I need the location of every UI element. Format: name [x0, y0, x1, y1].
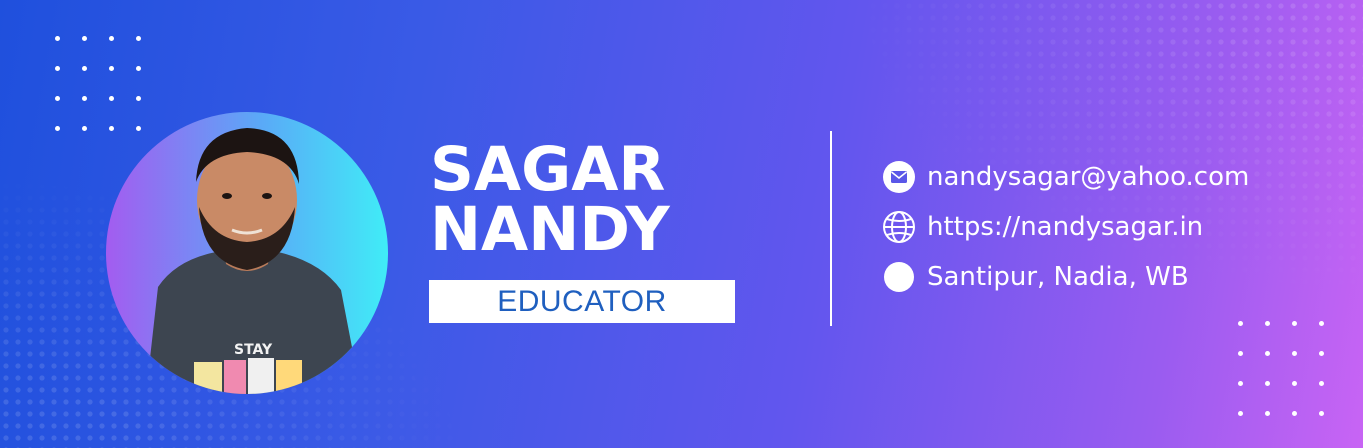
role-label: EDUCATOR	[497, 284, 667, 318]
globe-icon	[882, 210, 916, 244]
contact-website[interactable]: https://nandysagar.in	[882, 210, 1203, 244]
contact-email[interactable]: nandysagar@yahoo.com	[882, 160, 1249, 194]
decorative-dots-bottom-right	[1238, 321, 1324, 416]
location-text: Santipur, Nadia, WB	[927, 262, 1189, 292]
profile-photo: STAY	[106, 112, 388, 394]
mail-icon	[882, 160, 916, 194]
website-text: https://nandysagar.in	[927, 212, 1204, 242]
profile-banner: STAY SAGAR NANDY EDUCATOR nandysagar@yah…	[0, 0, 1363, 448]
last-name: NANDY	[430, 194, 670, 265]
halftone-pattern-right	[843, 0, 1363, 300]
location-icon	[882, 260, 916, 294]
person-silhouette: STAY	[146, 128, 361, 394]
svg-text:STAY: STAY	[234, 342, 273, 358]
email-text: nandysagar@yahoo.com	[927, 162, 1250, 192]
role-badge: EDUCATOR	[429, 280, 735, 323]
contact-location: Santipur, Nadia, WB	[882, 260, 1189, 294]
first-name: SAGAR	[430, 134, 666, 205]
person-name: SAGAR NANDY	[430, 134, 670, 265]
vertical-divider	[830, 131, 832, 326]
